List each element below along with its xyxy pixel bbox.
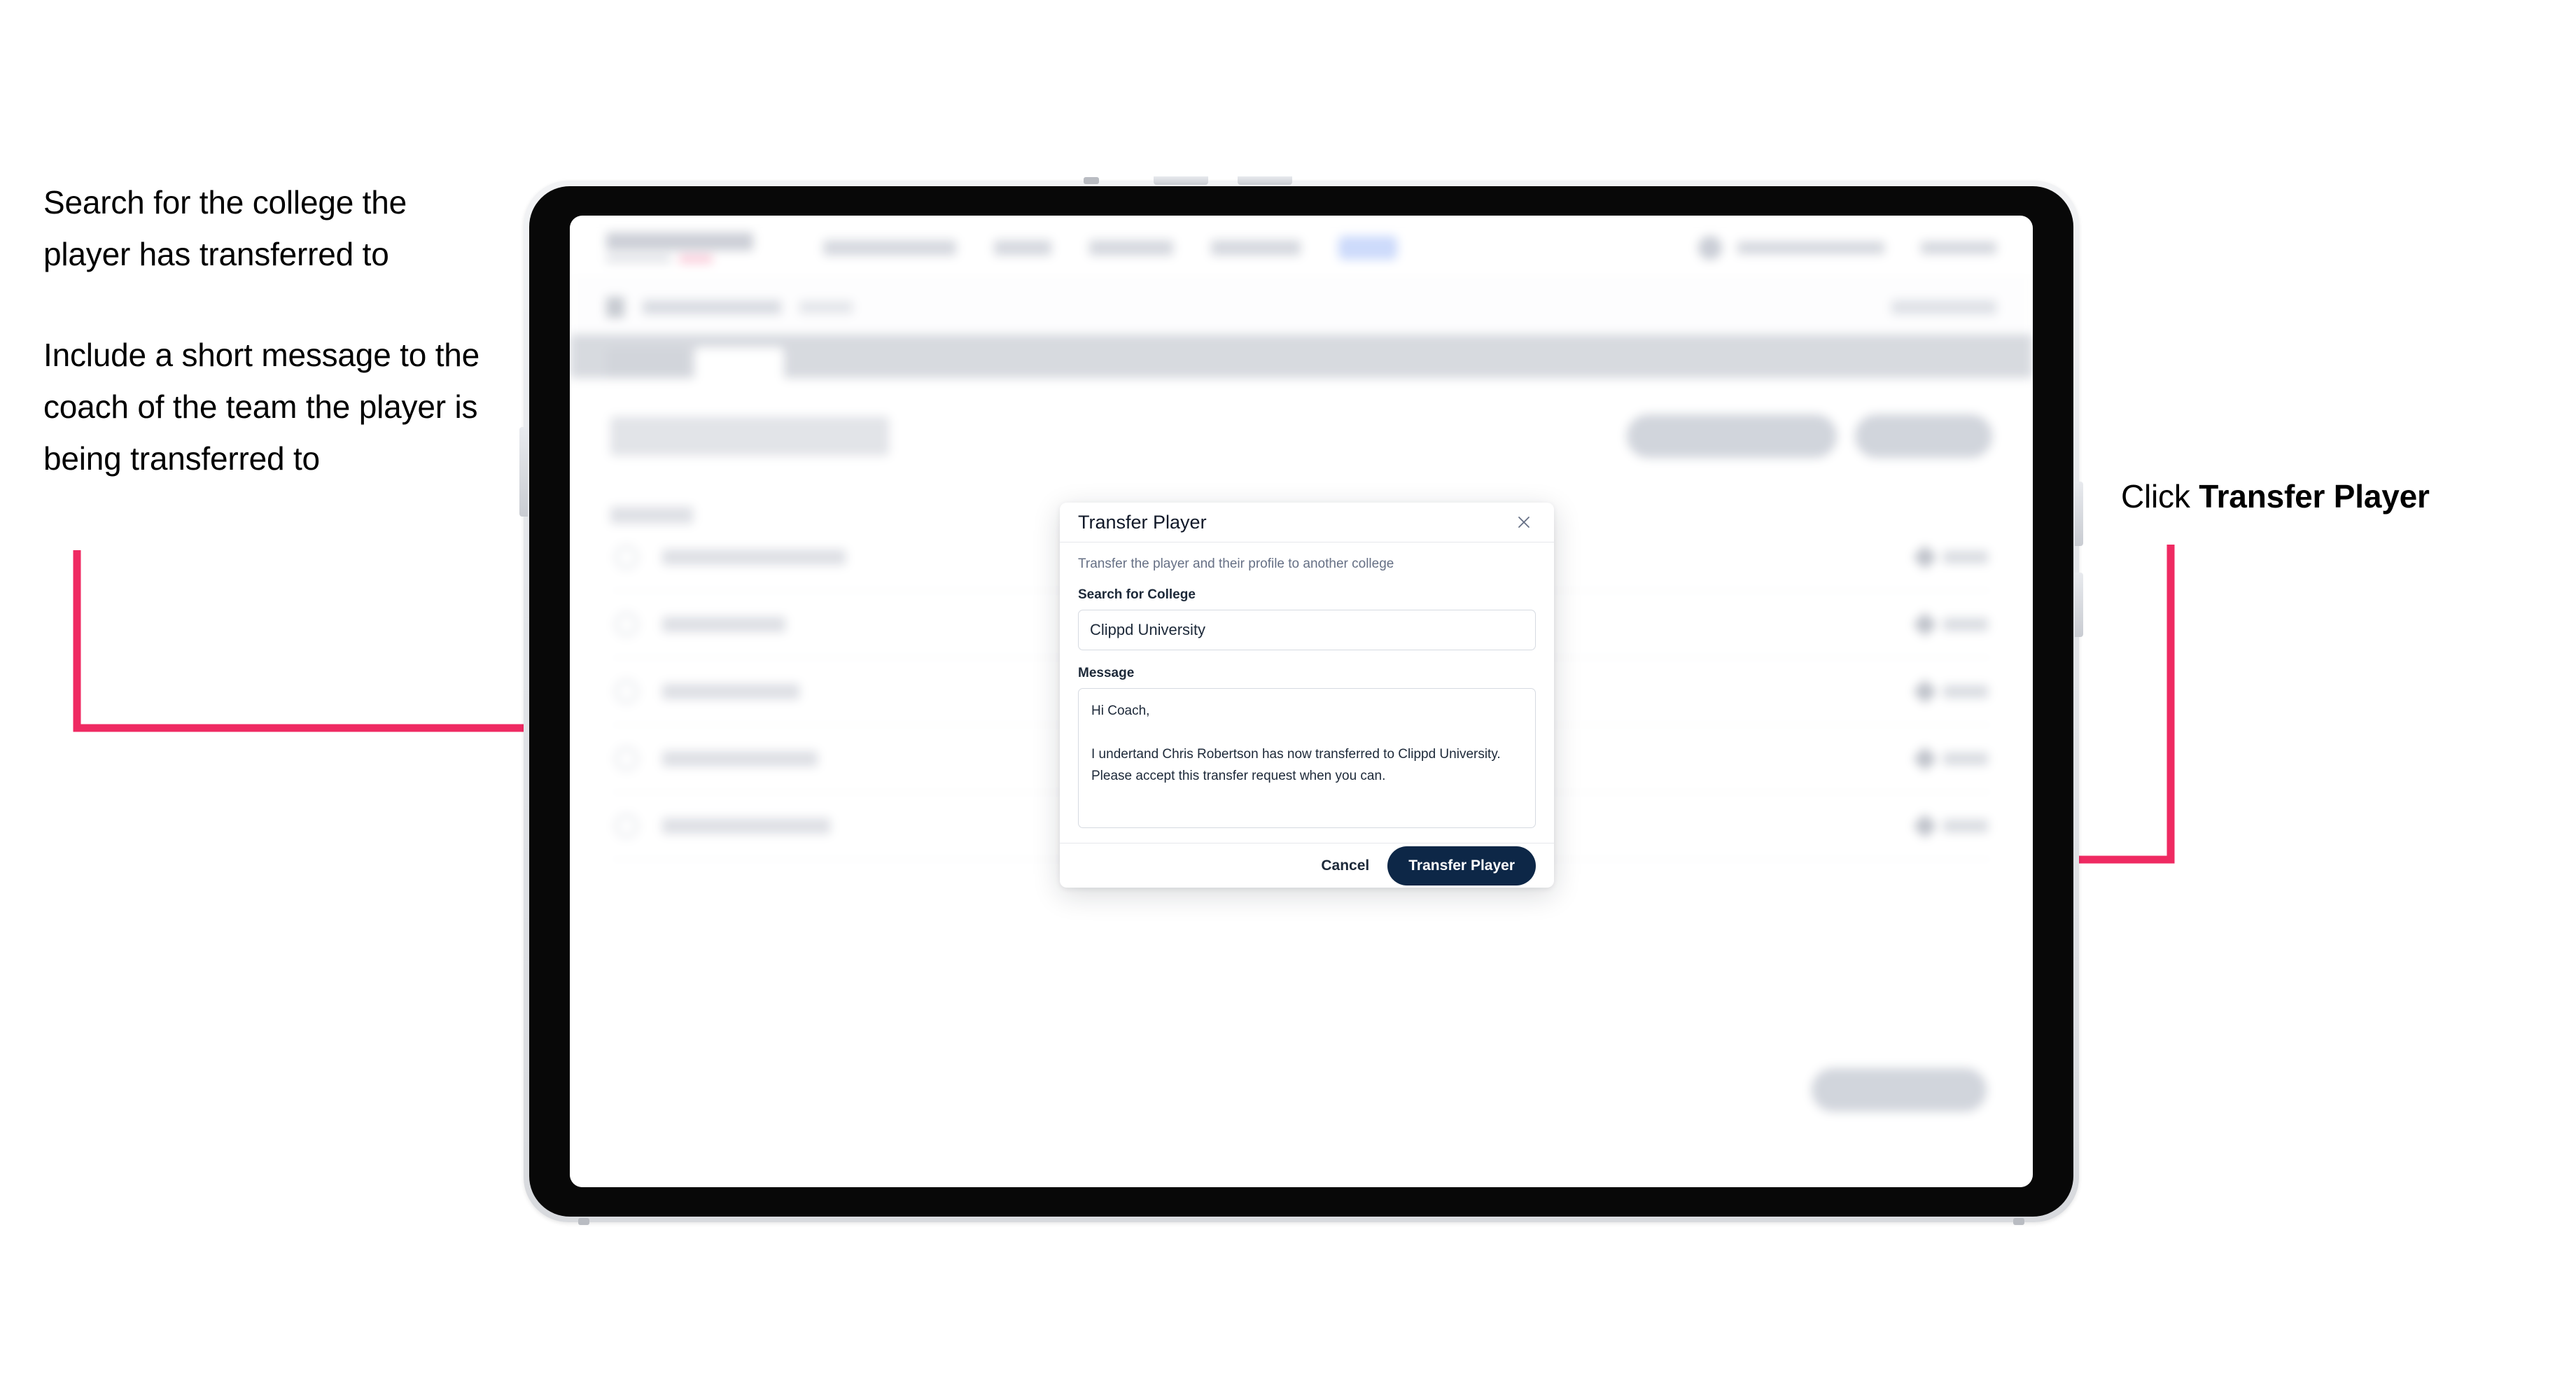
breadcrumb-bar [570,280,2033,335]
message-textarea[interactable] [1078,688,1536,829]
search-college-input[interactable] [1078,610,1536,651]
pencil-icon [1913,679,1937,704]
device-foot-left [578,1218,589,1225]
college-field-label: Search for College [1078,587,1196,603]
message-field-label: Message [1078,666,1135,681]
dialog-header: Transfer Player [1060,503,1554,543]
annotation-search-college: Search for the college the player has tr… [43,184,407,272]
logo-wordmark [606,232,753,251]
app-logo[interactable] [606,232,753,263]
annotation-right-prefix: Click [2121,478,2199,514]
pencil-icon [1913,746,1937,771]
dialog-footer: Cancel Transfer Player [1060,843,1554,888]
row-avatar [615,612,638,636]
sign-out-link[interactable] [1921,241,1996,254]
close-icon[interactable] [1512,510,1536,534]
cancel-button[interactable]: Cancel [1321,858,1369,874]
page-title [610,416,889,456]
row-avatar [615,545,638,569]
edit-label [1943,685,1988,698]
header-user-area [1698,235,1996,260]
request-player-transfer-button[interactable] [1627,414,1837,458]
device-power-button[interactable] [519,427,528,517]
pencil-icon [1913,813,1937,838]
roster-column-header [610,507,693,524]
row-avatar [615,679,638,704]
logo-subtitle [606,254,753,263]
device-volume-up-button[interactable] [2075,482,2083,546]
player-name [662,549,846,565]
pencil-icon [1913,545,1937,569]
dialog-body: Transfer the player and their profile to… [1060,542,1554,843]
nav-item-2[interactable] [994,239,1051,255]
pencil-icon [1913,612,1937,636]
annotation-click-transfer-player: Click Transfer Player [2121,470,2555,522]
row-edit-action[interactable] [1913,545,1988,569]
player-name [662,683,799,699]
tab-strip [570,335,2033,378]
page-actions [1627,414,1992,458]
row-edit-action[interactable] [1913,679,1988,704]
primary-navigation [823,235,1397,260]
row-edit-action[interactable] [1913,813,1988,838]
dialog-title: Transfer Player [1078,511,1207,533]
logo-badge [679,254,713,263]
logo-subtitle-text [606,255,671,262]
screenshot-canvas: Search for the college the player has tr… [0,0,2576,1386]
row-edit-action[interactable] [1913,612,1988,636]
user-avatar[interactable] [1698,235,1722,260]
tab-roster[interactable] [694,347,784,378]
tab-details[interactable] [606,347,689,378]
nav-item-3[interactable] [1089,239,1173,255]
add-player-button[interactable] [1855,414,1992,458]
breadcrumb-item-1[interactable] [643,300,781,314]
edit-label [1943,752,1988,765]
transfer-player-submit-button[interactable]: Transfer Player [1387,846,1536,886]
device-top-button-1[interactable] [1154,176,1208,185]
nav-item-active[interactable] [1338,235,1397,260]
save-roster-changes-button[interactable] [1812,1068,1987,1112]
dialog-description: Transfer the player and their profile to… [1078,556,1394,572]
breadcrumb-item-2[interactable] [799,300,853,314]
breadcrumb-icon [606,296,624,318]
edit-label [1943,819,1988,832]
row-edit-action[interactable] [1913,746,1988,771]
device-volume-down-button[interactable] [2075,573,2083,637]
user-email-label [1737,241,1884,254]
nav-item-4[interactable] [1211,239,1301,255]
device-top-button-2[interactable] [1238,176,1292,185]
annotation-include-message: Include a short message to the coach of … [43,337,480,477]
edit-label [1943,617,1988,631]
player-name [662,616,785,632]
nav-item-1[interactable] [823,239,956,255]
device-microphone [1084,177,1099,184]
app-header [570,216,2033,280]
row-avatar [615,746,638,771]
row-avatar [615,813,638,838]
player-name [662,750,818,766]
player-name [662,818,830,834]
device-foot-right [2013,1218,2024,1225]
annotation-right-bold: Transfer Player [2199,478,2430,514]
breadcrumb-cancel-link[interactable] [1891,300,1996,314]
transfer-player-dialog: Transfer Player Transfer the player and … [1060,503,1554,888]
edit-label [1943,550,1988,564]
page-title-row [610,414,1992,458]
